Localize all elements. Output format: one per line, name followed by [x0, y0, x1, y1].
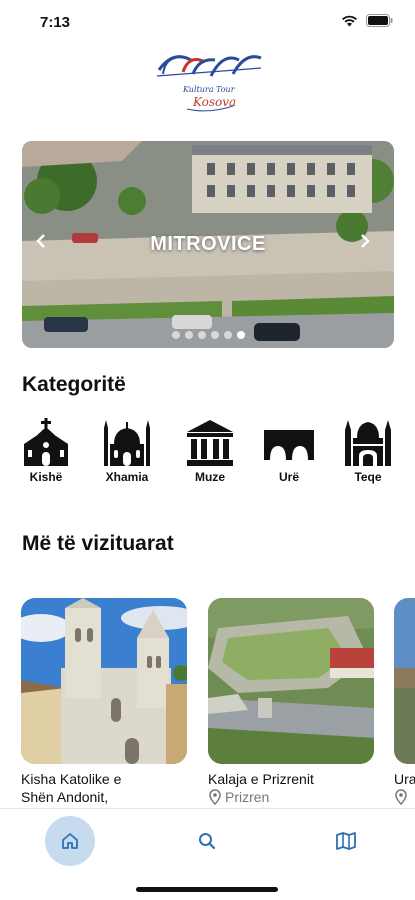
- status-bar: 7:13: [0, 0, 415, 44]
- carousel-dot[interactable]: [184, 331, 193, 339]
- location-pin-icon: [209, 789, 221, 805]
- carousel-next-button[interactable]: [360, 233, 380, 255]
- status-icons: [341, 14, 393, 27]
- carousel-dot[interactable]: [210, 331, 219, 339]
- search-icon: [199, 833, 216, 850]
- category-museum[interactable]: Muze: [175, 418, 245, 484]
- categories-row: Kishë Xhamia Muze Urë Teqe: [0, 418, 415, 488]
- category-label: Urë: [278, 470, 299, 484]
- bottom-nav: [0, 808, 415, 900]
- map-icon: [336, 832, 356, 850]
- category-label: Kishë: [29, 470, 63, 484]
- carousel-prev-button[interactable]: [36, 233, 56, 255]
- carousel-dot-active[interactable]: [236, 331, 245, 339]
- place-title: Ura: [394, 771, 415, 787]
- museum-icon: [187, 420, 233, 466]
- home-indicator: [136, 887, 278, 892]
- category-church[interactable]: Kishë: [11, 418, 81, 484]
- category-bridge[interactable]: Urë: [254, 418, 324, 484]
- chevron-left-icon: [36, 234, 45, 248]
- carousel-dot[interactable]: [171, 331, 180, 339]
- wifi-icon: [342, 15, 357, 26]
- church-icon: [24, 418, 68, 466]
- place-image: [394, 598, 415, 764]
- carousel-dot[interactable]: [197, 331, 206, 339]
- place-title: Kisha Katolike e: [21, 771, 122, 787]
- category-tekke[interactable]: Teqe: [333, 418, 403, 484]
- svg-text:Kultura Tour: Kultura Tour: [182, 85, 236, 94]
- battery-icon: [366, 14, 393, 27]
- status-time: 7:13: [40, 14, 71, 31]
- category-label: Xhamia: [105, 470, 149, 484]
- place-card[interactable]: Kisha Katolike e Shën Andonit,: [21, 598, 187, 806]
- bridge-icon: [264, 430, 314, 460]
- nav-map-button[interactable]: [321, 816, 371, 866]
- place-location: Prizren: [208, 789, 374, 805]
- place-image: [21, 598, 187, 764]
- category-mosque[interactable]: Xhamia: [92, 418, 162, 484]
- mosque-icon: [104, 420, 150, 466]
- nav-home-button[interactable]: [45, 816, 95, 866]
- place-card[interactable]: Ura: [394, 598, 415, 805]
- categories-heading: Kategoritë: [22, 373, 126, 396]
- chevron-right-icon: [361, 234, 370, 248]
- location-pin-icon: [395, 789, 407, 805]
- carousel-title: MITROVICE: [150, 233, 266, 255]
- place-subtitle: Shën Andonit,: [21, 789, 109, 805]
- place-title: Kalaja e Prizrenit: [208, 771, 314, 787]
- place-image: [208, 598, 374, 764]
- most-visited-heading: Më të vizituarat: [22, 532, 174, 555]
- place-card[interactable]: Kalaja e Prizrenit Prizren: [208, 598, 374, 805]
- carousel-dots: [22, 331, 394, 339]
- tekke-icon: [345, 420, 391, 466]
- hero-carousel[interactable]: MITROVICE: [22, 141, 394, 348]
- home-icon: [62, 833, 78, 849]
- carousel-dot[interactable]: [223, 331, 232, 339]
- place-location: [394, 789, 415, 805]
- category-label: Teqe: [354, 470, 382, 484]
- app-logo: Kultura Tour Kosova: [153, 46, 265, 114]
- place-location-label: Prizren: [225, 789, 270, 805]
- category-label: Muze: [195, 470, 225, 484]
- nav-search-button[interactable]: [182, 816, 232, 866]
- most-visited-list: Kisha Katolike e Shën Andonit, Kalaja e …: [0, 598, 415, 808]
